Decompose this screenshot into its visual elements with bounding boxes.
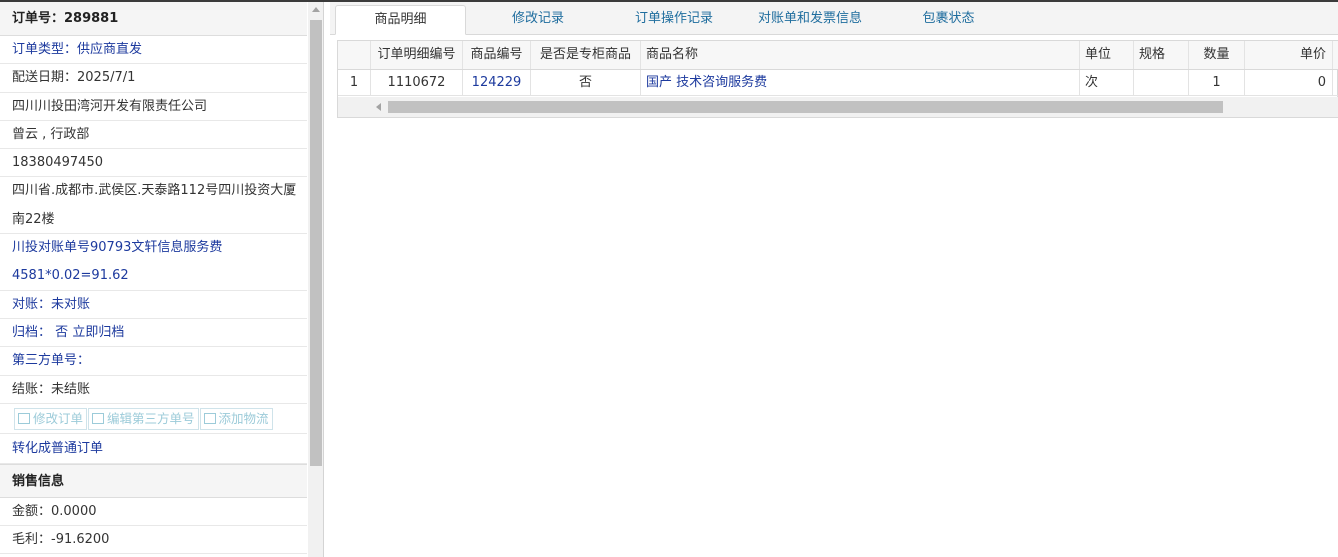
archive-value: 否 bbox=[55, 324, 69, 340]
main-content: 商品明细 修改记录 订单操作记录 对账单和发票信息 包裹状态 订单明细编号 商品… bbox=[330, 2, 1338, 557]
delivery-date: 配送日期：2025/7/1 bbox=[0, 64, 307, 93]
row-number-header bbox=[338, 41, 371, 69]
add-logistics-label: 添加物流 bbox=[218, 410, 269, 426]
settle-status: 结账：未结账 bbox=[0, 376, 307, 404]
convert-to-normal-order-link[interactable]: 转化成普通订单 bbox=[0, 434, 307, 464]
column-header[interactable]: 商品编号 bbox=[463, 41, 531, 69]
column-header[interactable]: 商品名称 bbox=[641, 41, 1080, 69]
scroll-left-arrow-icon[interactable] bbox=[376, 103, 381, 111]
action-buttons: 修改订单 编辑第三方单号 添加物流 bbox=[0, 404, 307, 434]
edit-order-button[interactable]: 修改订单 bbox=[14, 407, 88, 430]
grid-header-row: 订单明细编号 商品编号 是否是专柜商品 商品名称 单位 规格 数量 单价 bbox=[338, 41, 1338, 70]
column-header[interactable]: 规格 bbox=[1134, 41, 1189, 69]
archive-status: 归档： 否 立即归档 bbox=[0, 319, 307, 348]
quantity-cell: 1 bbox=[1189, 70, 1245, 95]
tab-statement-invoice[interactable]: 对账单和发票信息 bbox=[740, 5, 880, 35]
edit-icon bbox=[203, 412, 216, 424]
remark-line-1: 川投对账单号90793文轩信息服务费 bbox=[12, 240, 223, 256]
edit-icon bbox=[18, 412, 30, 424]
unit-cell: 次 bbox=[1080, 70, 1134, 95]
detail-id-cell: 1110672 bbox=[371, 70, 463, 95]
order-type: 订单类型：供应商直发 bbox=[0, 36, 307, 65]
sales-profit: 毛利：-91.6200 bbox=[0, 526, 307, 555]
address-line-2: 南22楼 bbox=[0, 206, 307, 235]
grid-horizontal-scrollbar[interactable] bbox=[338, 97, 1338, 117]
scroll-up-arrow-icon[interactable] bbox=[308, 4, 323, 16]
sales-amount: 金额：0.0000 bbox=[0, 498, 307, 527]
tab-bar: 商品明细 修改记录 订单操作记录 对账单和发票信息 包裹状态 bbox=[330, 2, 1338, 35]
order-number-header: 订单号：289881 bbox=[0, 2, 307, 36]
column-header[interactable]: 订单明细编号 bbox=[371, 41, 463, 69]
tab-modification-log[interactable]: 修改记录 bbox=[490, 5, 586, 35]
address-line-1: 四川省.成都市.武侯区.天泰路112号四川投资大厦 bbox=[12, 183, 297, 199]
edit-third-party-label: 编辑第三方单号 bbox=[107, 410, 195, 426]
product-name-link[interactable]: 国产 技术咨询服务费 bbox=[641, 70, 1080, 95]
product-id-link[interactable]: 124229 bbox=[463, 70, 531, 95]
contact-phone: 18380497450 bbox=[0, 149, 307, 178]
edit-order-label: 修改订单 bbox=[33, 410, 84, 426]
table-row[interactable]: 1 1110672 124229 否 国产 技术咨询服务费 次 1 0 bbox=[338, 70, 1338, 96]
row-number: 1 bbox=[338, 70, 371, 95]
price-cell: 0 bbox=[1245, 70, 1333, 95]
company-name: 四川川投田湾河开发有限责任公司 bbox=[0, 93, 307, 121]
order-info-panel: 订单号：289881 订单类型：供应商直发 配送日期：2025/7/1 四川川投… bbox=[0, 2, 324, 557]
horizontal-scrollbar-thumb[interactable] bbox=[388, 101, 1223, 113]
spec-cell bbox=[1134, 70, 1189, 95]
reconcile-status: 对账：未对账 bbox=[0, 291, 307, 319]
product-detail-grid: 订单明细编号 商品编号 是否是专柜商品 商品名称 单位 规格 数量 单价 1 1… bbox=[337, 40, 1338, 118]
contact-person: 曾云 , 行政部 bbox=[0, 121, 307, 150]
left-panel-scrollbar[interactable] bbox=[308, 2, 323, 557]
column-header[interactable]: 单位 bbox=[1080, 41, 1134, 69]
third-party-number: 第三方单号： bbox=[0, 347, 307, 376]
column-header[interactable]: 数量 bbox=[1189, 41, 1245, 69]
sales-info-header: 销售信息 bbox=[0, 463, 307, 498]
is-counter-cell: 否 bbox=[531, 70, 641, 95]
archive-label: 归档： bbox=[12, 324, 52, 340]
column-header[interactable]: 是否是专柜商品 bbox=[531, 41, 641, 69]
archive-now-link[interactable]: 立即归档 bbox=[72, 325, 124, 340]
tab-order-operation-log[interactable]: 订单操作记录 bbox=[620, 5, 728, 35]
edit-third-party-button[interactable]: 编辑第三方单号 bbox=[88, 407, 199, 430]
column-header[interactable]: 单价 bbox=[1245, 41, 1333, 69]
scrollbar-thumb[interactable] bbox=[310, 20, 322, 466]
tab-package-status[interactable]: 包裹状态 bbox=[900, 5, 997, 35]
edit-icon bbox=[92, 412, 105, 424]
tab-product-details[interactable]: 商品明细 bbox=[335, 5, 466, 35]
add-logistics-button[interactable]: 添加物流 bbox=[199, 407, 273, 430]
order-info-content: 订单号：289881 订单类型：供应商直发 配送日期：2025/7/1 四川川投… bbox=[0, 2, 307, 555]
remark-line-2: 4581*0.02=91.62 bbox=[0, 262, 307, 291]
